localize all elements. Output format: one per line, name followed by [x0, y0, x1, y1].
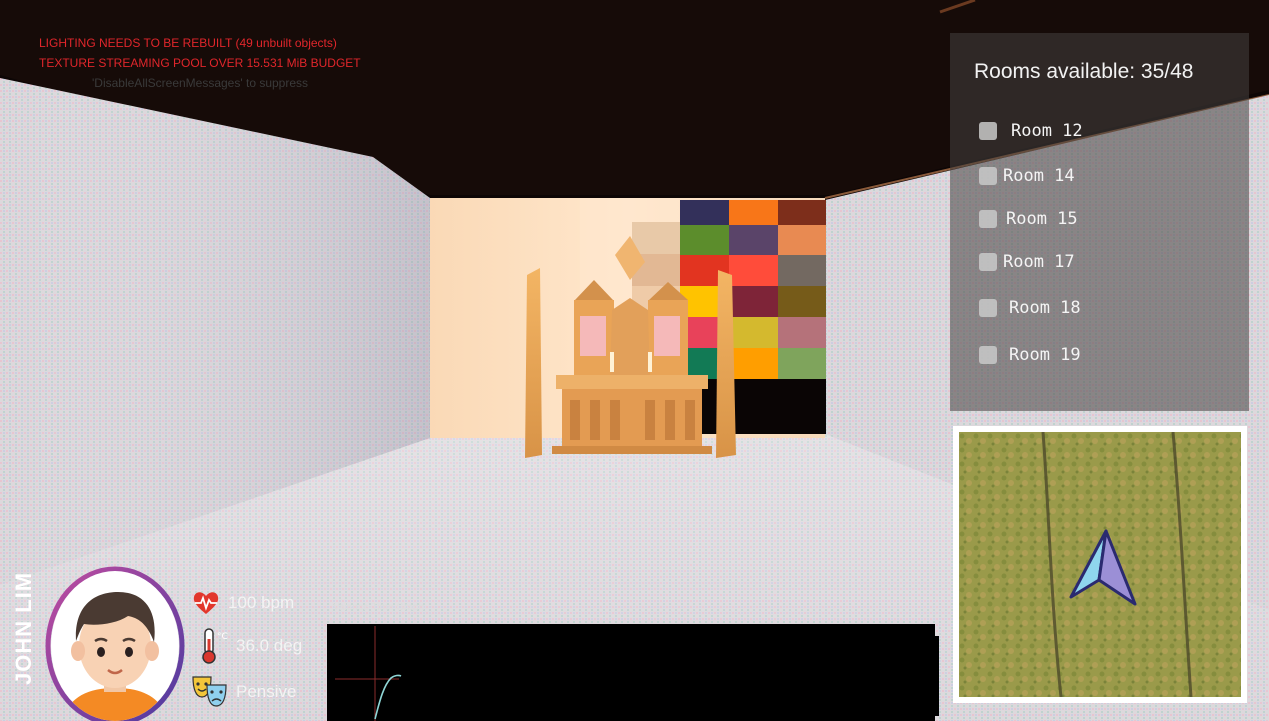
valence-time-graph	[327, 624, 939, 721]
svg-text:°C: °C	[217, 632, 228, 642]
room-label: Room 12	[1011, 121, 1083, 141]
debug-message-suppress: 'DisableAllScreenMessages' to suppress	[92, 76, 309, 90]
player-name: JOHN LIM	[11, 571, 36, 685]
room-item-12[interactable]: Room 12	[979, 119, 1083, 143]
room-item-17[interactable]: Room 17	[979, 250, 1075, 274]
room-checkbox[interactable]	[979, 346, 997, 364]
room-label: Room 18	[1009, 298, 1081, 318]
player-avatar[interactable]	[44, 566, 188, 721]
room-item-15[interactable]: Room 15	[979, 207, 1078, 231]
room-item-18[interactable]: Room 18	[979, 296, 1081, 320]
debug-message-lighting: LIGHTING NEEDS TO BE REBUILT (49 unbuilt…	[39, 36, 337, 50]
minimap[interactable]	[953, 426, 1247, 703]
temperature-value: 36.0 deg	[236, 636, 303, 655]
room-label: Room 15	[1006, 209, 1078, 229]
graph-title: Valence-Time Graph	[333, 602, 425, 613]
game-viewport[interactable]: LIGHTING NEEDS TO BE REBUILT (49 unbuilt…	[0, 0, 1269, 721]
theater-masks-icon	[192, 676, 227, 707]
room-label: Room 14	[1003, 166, 1075, 186]
debug-message-texture: TEXTURE STREAMING POOL OVER 15.531 MiB B…	[39, 56, 361, 70]
room-label: Room 19	[1009, 345, 1081, 365]
room-label: Room 17	[1003, 252, 1075, 272]
minimap-terrain	[959, 432, 1241, 697]
room-checkbox[interactable]	[979, 210, 997, 228]
rooms-panel: Rooms available: 35/48 Room 12 Room 14 R…	[950, 33, 1249, 411]
mood-value: Pensive	[236, 682, 297, 701]
rooms-available-title: Rooms available: 35/48	[974, 60, 1194, 83]
room-checkbox[interactable]	[979, 167, 997, 185]
thermometer-icon: °C	[202, 628, 228, 664]
room-checkbox[interactable]	[979, 299, 997, 317]
room-checkbox[interactable]	[979, 253, 997, 271]
heart-pulse-icon	[193, 592, 219, 614]
heart-rate-value: 100 bpm	[228, 593, 295, 612]
room-checkbox[interactable]	[979, 122, 997, 140]
room-item-19[interactable]: Room 19	[979, 343, 1081, 367]
room-item-14[interactable]: Room 14	[979, 164, 1075, 188]
